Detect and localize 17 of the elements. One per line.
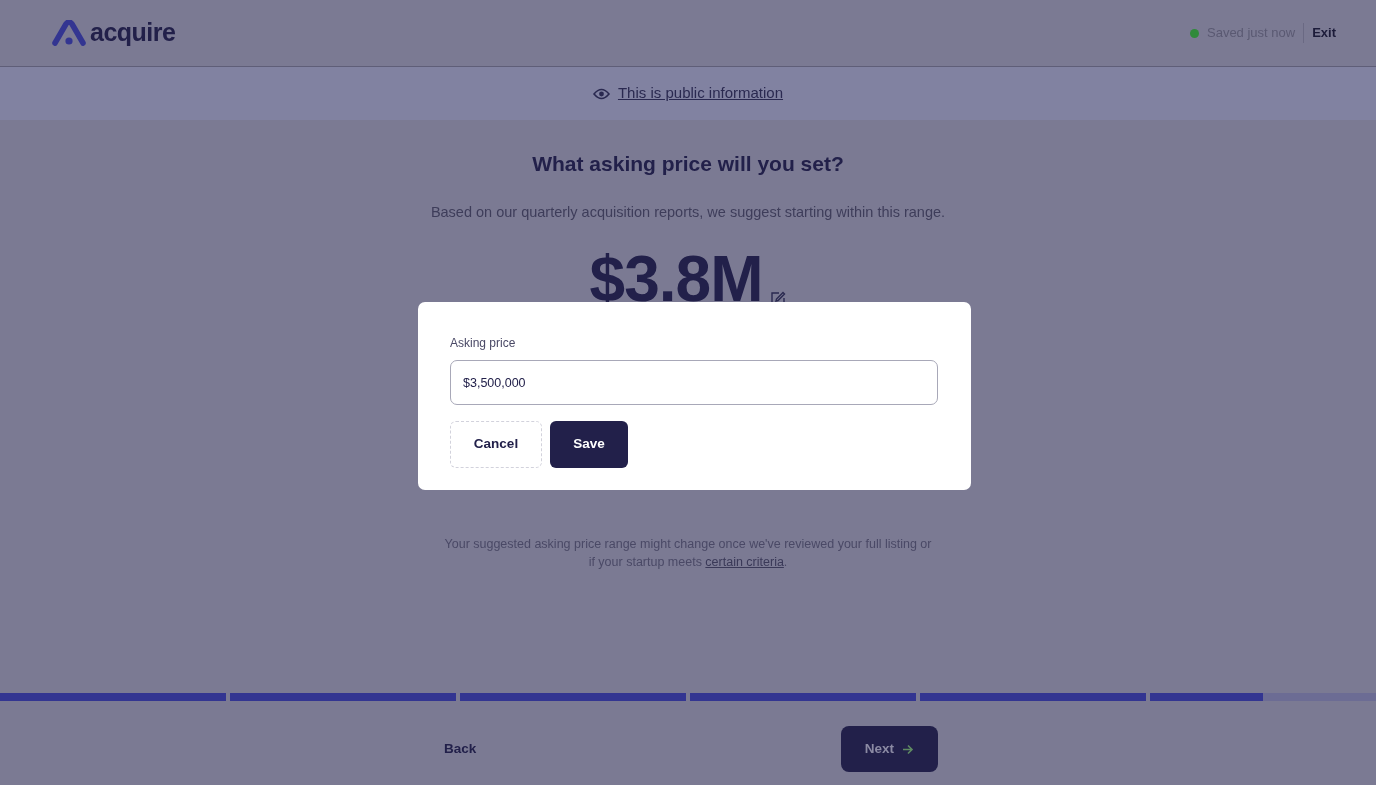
eye-icon bbox=[592, 87, 610, 100]
logo-icon bbox=[52, 20, 86, 46]
question-subtitle: Based on our quarterly acquisition reports, we suggest starting within this range. bbox=[429, 202, 947, 222]
criteria-link[interactable]: certain criteria bbox=[705, 555, 784, 570]
public-info-link[interactable]: This is public information bbox=[617, 82, 784, 105]
arrow-right-icon bbox=[902, 743, 915, 755]
exit-link[interactable]: Exit bbox=[1303, 23, 1336, 43]
next-button[interactable]: Next bbox=[841, 726, 938, 772]
asking-price-field[interactable]: $3,500,000 bbox=[450, 360, 938, 405]
save-button[interactable]: Save bbox=[550, 421, 628, 468]
back-button[interactable]: Back bbox=[438, 737, 483, 761]
question-title: What asking price will you set? bbox=[531, 151, 845, 177]
price-value: $3.8M bbox=[589, 247, 763, 312]
field-label: Asking price bbox=[450, 335, 517, 352]
status-dot-icon bbox=[1190, 28, 1199, 38]
logo-text: acquire bbox=[90, 17, 176, 49]
cancel-button[interactable]: Cancel bbox=[450, 421, 542, 468]
